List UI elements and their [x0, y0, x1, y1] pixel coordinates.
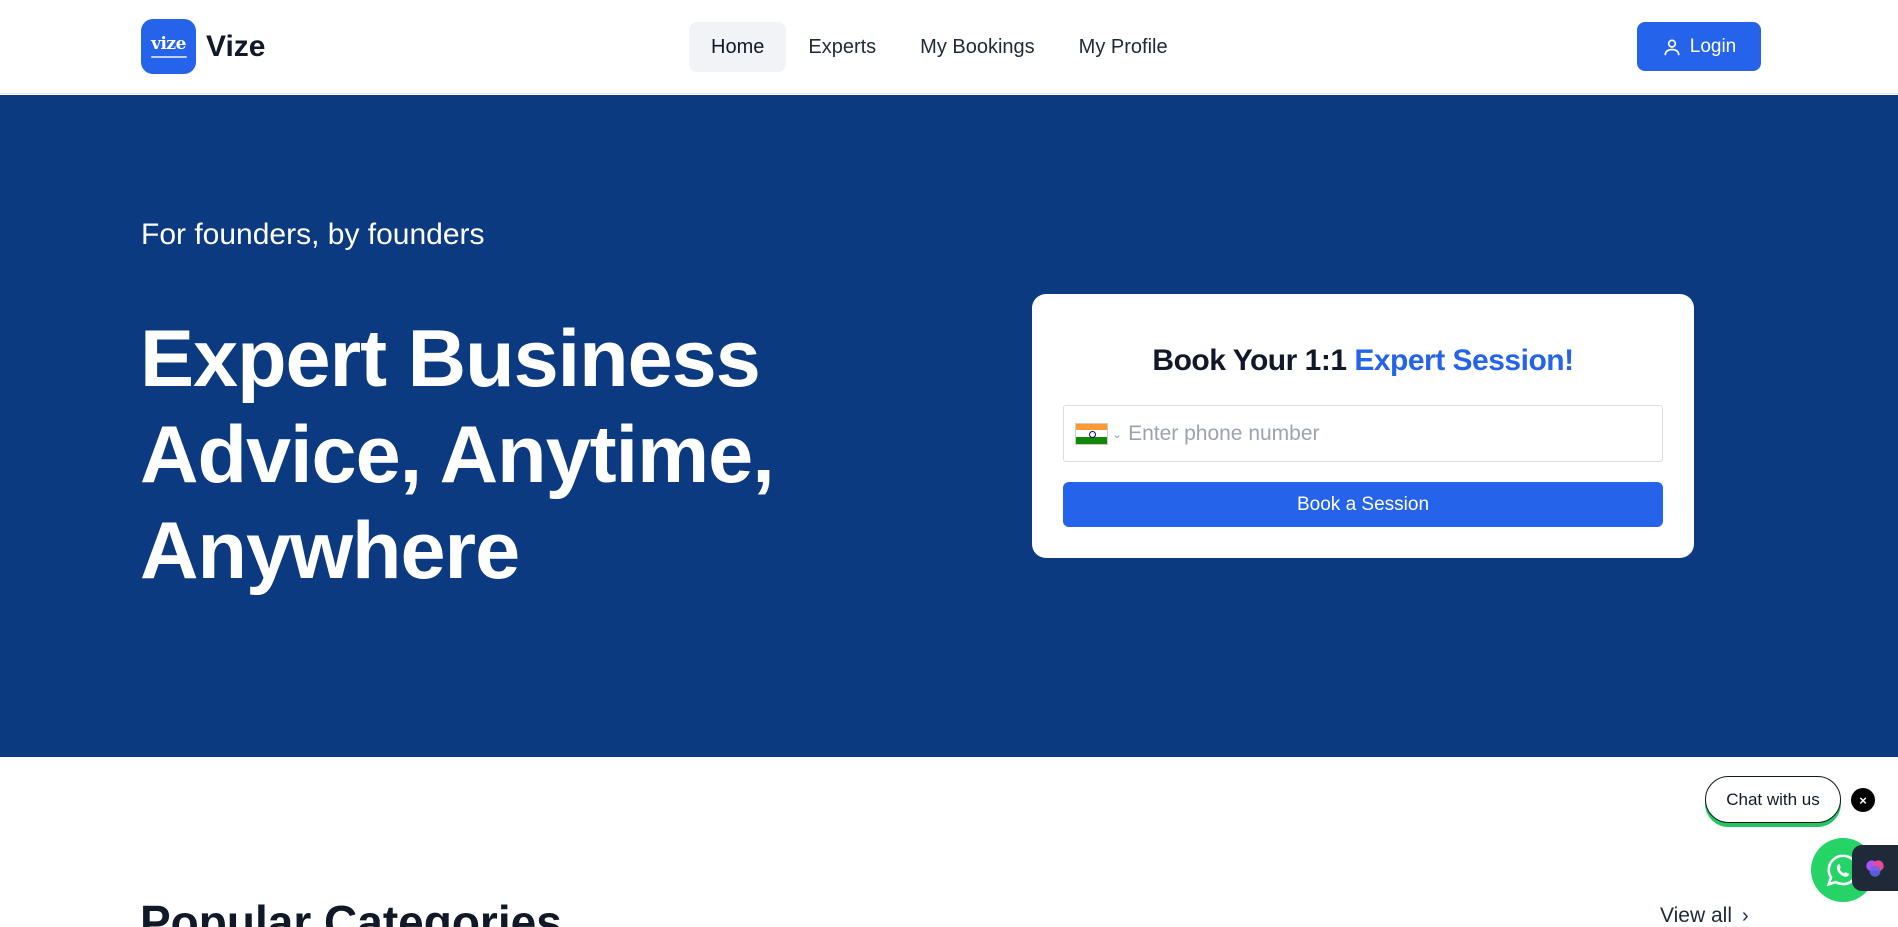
booking-card: Book Your 1:1 Expert Session! ⌄ Book a S…	[1032, 294, 1694, 558]
book-session-button[interactable]: Book a Session	[1063, 482, 1663, 527]
main-nav: Home Experts My Bookings My Profile	[689, 22, 1190, 72]
phone-field: ⌄	[1063, 405, 1663, 462]
view-all-label: View all	[1660, 904, 1732, 927]
chevron-right-icon: ›	[1741, 904, 1749, 927]
logo-icon: vize	[141, 19, 196, 74]
hero-title: Expert Business Advice, Anytime, Anywher…	[140, 314, 775, 596]
chevron-down-icon[interactable]: ⌄	[1112, 427, 1122, 441]
close-icon[interactable]: ×	[1851, 788, 1875, 812]
hero-tagline: For founders, by founders	[141, 218, 485, 251]
phone-input[interactable]	[1128, 421, 1649, 446]
booking-card-title: Book Your 1:1 Expert Session!	[1032, 344, 1694, 378]
nav-my-bookings[interactable]: My Bookings	[898, 22, 1057, 72]
hero-section: For founders, by founders Expert Busines…	[0, 95, 1898, 757]
login-label: Login	[1689, 35, 1737, 57]
view-all-link[interactable]: View all ›	[1660, 904, 1749, 927]
login-button[interactable]: Login	[1637, 22, 1761, 71]
india-flag-icon[interactable]	[1075, 422, 1108, 445]
brand-logo-link[interactable]: vize Vize	[141, 19, 266, 74]
brain-icon[interactable]	[1852, 845, 1898, 891]
booking-title-accent: Expert Session!	[1354, 344, 1574, 377]
logo-badge-text: vize	[151, 33, 186, 54]
chat-with-us-button[interactable]: Chat with us	[1705, 776, 1841, 823]
brand-name: Vize	[206, 29, 266, 63]
site-header: vize Vize Home Experts My Bookings My Pr…	[0, 0, 1898, 94]
categories-title: Popular Categories	[140, 896, 562, 927]
logo-badge-underline	[150, 55, 187, 58]
nav-experts[interactable]: Experts	[786, 22, 898, 72]
user-icon	[1664, 39, 1680, 55]
nav-my-profile[interactable]: My Profile	[1057, 22, 1190, 72]
booking-title-prefix: Book Your 1:1	[1152, 344, 1355, 377]
nav-home[interactable]: Home	[689, 22, 787, 72]
